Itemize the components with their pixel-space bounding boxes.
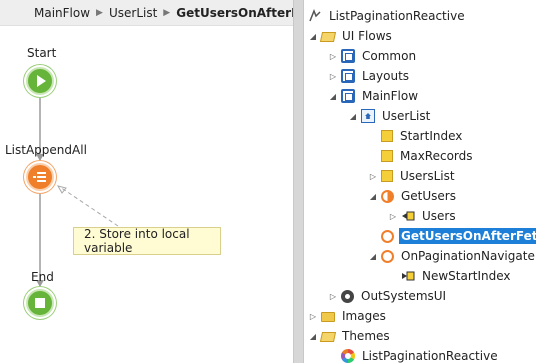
tree-item-getusersonafterfetch[interactable]: GetUsersOnAfterFetch	[304, 226, 536, 246]
start-label: Start	[27, 46, 57, 60]
tree-item-themes[interactable]: ◢ Themes	[304, 326, 392, 346]
tree-item-theme[interactable]: ListPaginationReactive	[304, 346, 500, 363]
panel-splitter[interactable]	[293, 0, 304, 363]
collapse-icon[interactable]: ◢	[368, 252, 378, 261]
local-variable-icon	[381, 130, 393, 142]
expand-icon[interactable]: ▷	[308, 312, 318, 321]
tree-item-startindex[interactable]: StartIndex	[304, 126, 464, 146]
ui-flow-icon	[341, 89, 355, 103]
tree-item-label: StartIndex	[400, 129, 463, 143]
folder-icon	[321, 312, 335, 322]
tree-item-label: Common	[362, 49, 417, 63]
tree-item-outsystemsui[interactable]: ▷ OutSystemsUI	[304, 286, 448, 306]
comment-pointer	[59, 186, 119, 227]
end-node[interactable]	[26, 289, 54, 317]
flow-canvas[interactable]: MainFlow ▶ UserList ▶ GetUsersOnAfterFet…	[0, 0, 328, 363]
ui-flow-icon	[341, 69, 355, 83]
client-action-icon	[381, 249, 394, 263]
comment-box[interactable]: 2. Store into local variable	[73, 227, 221, 255]
tree-item-root[interactable]: ListPaginationReactive	[304, 6, 467, 26]
ui-flow-icon	[341, 49, 355, 63]
tree-item-label: UsersList	[400, 169, 455, 183]
start-node[interactable]	[26, 67, 54, 95]
tree-item-onpaginationnavigate[interactable]: ◢ OnPaginationNavigate	[304, 246, 536, 266]
local-variable-icon	[381, 170, 393, 182]
stop-icon	[35, 298, 45, 308]
local-variable-icon	[381, 150, 393, 162]
collapse-icon[interactable]: ◢	[308, 32, 318, 41]
end-label: End	[31, 270, 54, 284]
tree-item-label: Images	[342, 309, 386, 323]
append-label: ListAppendAll	[5, 143, 87, 157]
tree-item-label: OutSystemsUI	[361, 289, 447, 303]
comment-pointer-arrow-icon	[56, 185, 67, 194]
output-parameter-icon	[401, 209, 415, 223]
tree-item-label: Users	[422, 209, 456, 223]
tree-item-label: OnPaginationNavigate	[401, 249, 535, 263]
data-action-icon	[381, 189, 394, 203]
play-icon	[37, 75, 46, 87]
tree-item-label: MainFlow	[362, 89, 419, 103]
expand-icon[interactable]: ▷	[368, 172, 378, 181]
expand-icon[interactable]: ▷	[328, 292, 338, 301]
tree-item-label: NewStartIndex	[422, 269, 511, 283]
tree-item-images[interactable]: ▷ Images	[304, 306, 388, 326]
tree-item-layouts[interactable]: ▷ Layouts	[304, 66, 411, 86]
tree-item-userlist[interactable]: ◢ UserList	[304, 106, 432, 126]
expand-icon[interactable]: ▷	[328, 52, 338, 61]
tree-item-label: GetUsers	[401, 189, 456, 203]
tree-item-ui-flows[interactable]: ◢ UI Flows	[304, 26, 394, 46]
tree-item-label: ListPaginationReactive	[362, 349, 498, 363]
tree-item-label: GetUsersOnAfterFetch	[399, 228, 536, 244]
tree-item-userslist[interactable]: ▷ UsersList	[304, 166, 457, 186]
list-append-all-node[interactable]	[26, 163, 54, 191]
list-append-icon	[33, 172, 46, 182]
tree-item-common[interactable]: ▷ Common	[304, 46, 418, 66]
tree-item-mainflow[interactable]: ◢ MainFlow	[304, 86, 420, 106]
tree-item-newstartindex[interactable]: NewStartIndex	[304, 266, 513, 286]
collapse-icon[interactable]: ◢	[348, 112, 358, 121]
collapse-icon[interactable]: ◢	[328, 92, 338, 101]
expand-icon[interactable]: ▷	[388, 212, 398, 221]
collapse-icon[interactable]: ◢	[308, 332, 318, 341]
theme-icon	[341, 349, 355, 363]
tree-item-label: Themes	[342, 329, 390, 343]
tree-item-label: ListPaginationReactive	[329, 9, 465, 23]
screen-icon	[361, 109, 375, 123]
tree-item-getusers[interactable]: ◢ GetUsers	[304, 186, 458, 206]
tree-item-label: UserList	[382, 109, 431, 123]
input-parameter-icon	[401, 269, 415, 283]
tree-item-label: UI Flows	[342, 29, 392, 43]
expand-icon[interactable]: ▷	[328, 72, 338, 81]
app-module-icon	[308, 8, 322, 23]
collapse-icon[interactable]: ◢	[368, 192, 378, 201]
elements-tree[interactable]: ListPaginationReactive ◢ UI Flows ▷ Comm…	[304, 0, 536, 363]
module-reference-icon	[341, 289, 354, 303]
folder-open-icon	[319, 32, 337, 42]
tree-item-label: MaxRecords	[400, 149, 473, 163]
tree-item-users[interactable]: ▷ Users	[304, 206, 458, 226]
tree-item-maxrecords[interactable]: MaxRecords	[304, 146, 475, 166]
tree-item-label: Layouts	[362, 69, 410, 83]
folder-open-icon	[319, 332, 337, 342]
client-action-icon	[381, 229, 394, 243]
